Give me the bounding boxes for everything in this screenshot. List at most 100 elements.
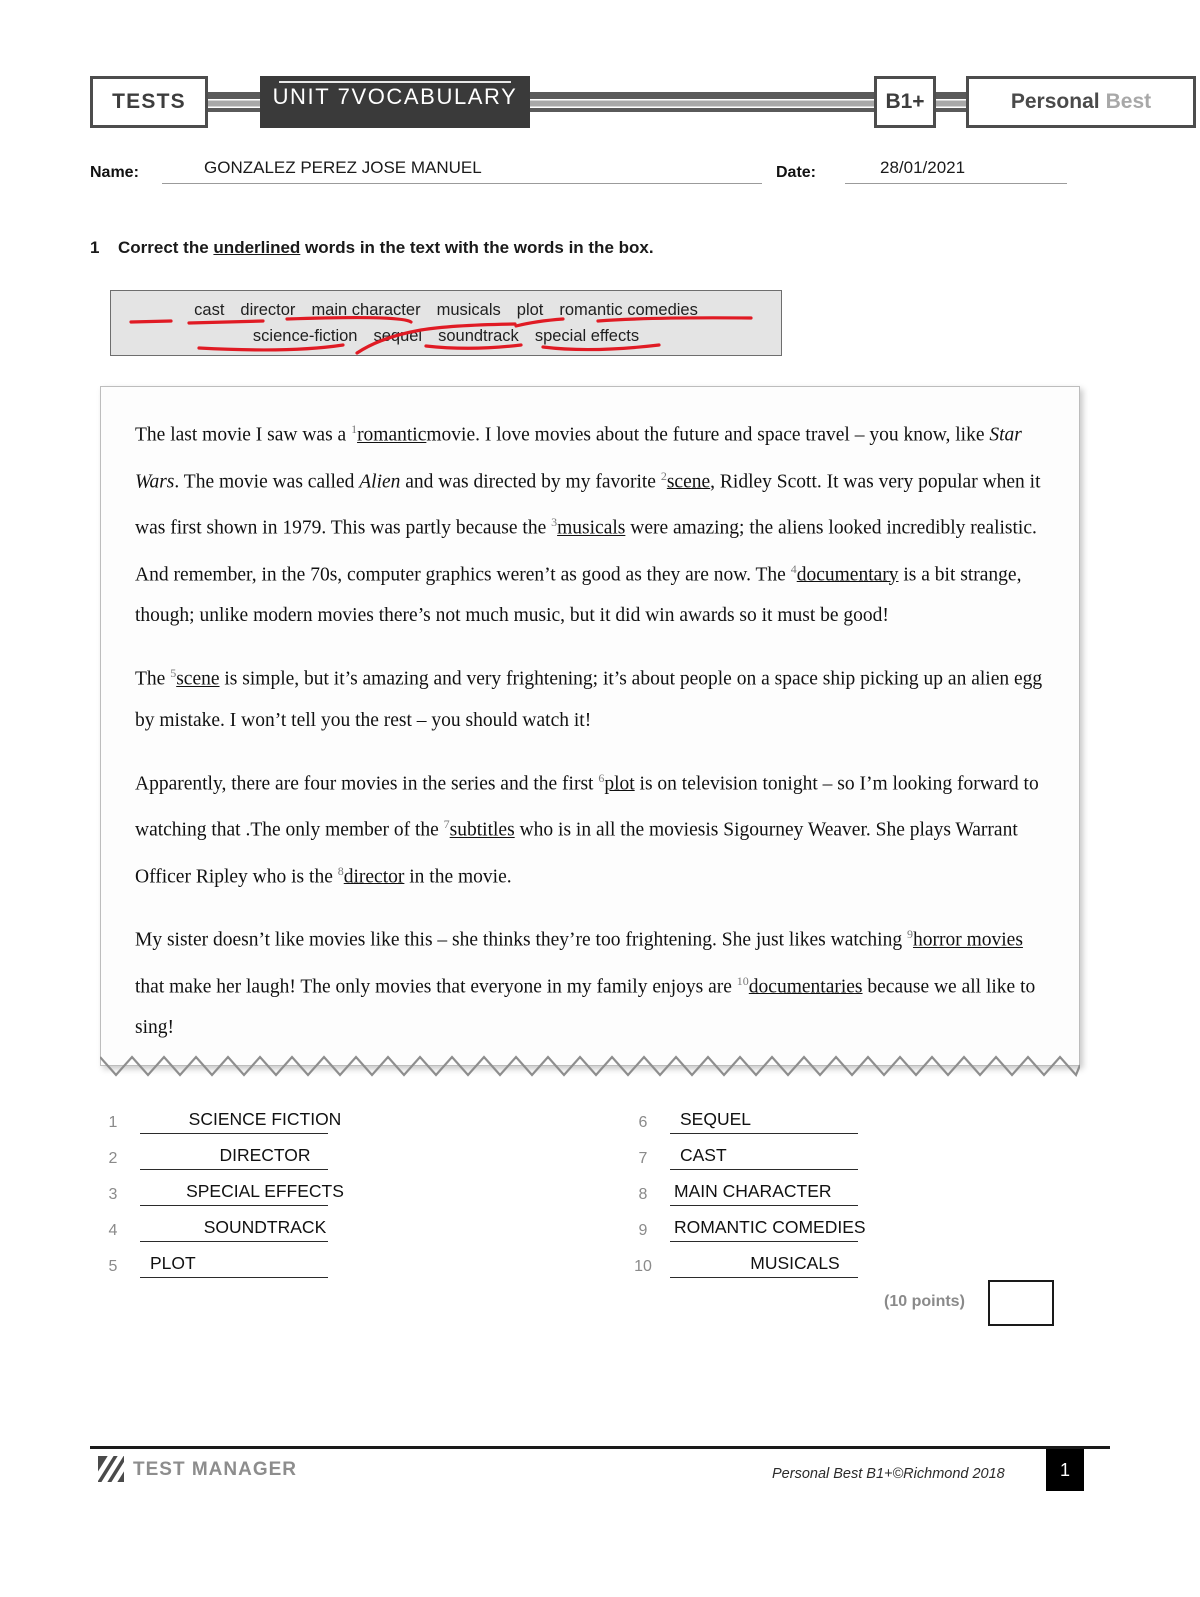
p1-seg-a: The last movie I saw was a	[135, 424, 352, 446]
answer-row-2[interactable]: 2 DIRECTOR	[100, 1134, 400, 1170]
level-label: B1+	[885, 90, 925, 113]
answer-row-9[interactable]: 9 ROMANTIC COMEDIES	[630, 1206, 940, 1242]
instruction-post: words in the text with the words in the …	[300, 238, 654, 257]
answer-line-10	[670, 1276, 858, 1278]
answer-row-3[interactable]: 3 SPECIAL EFFECTS	[100, 1170, 400, 1206]
gap-marker-10: 10	[736, 973, 749, 988]
tests-badge: TESTS	[90, 76, 208, 128]
answer-row-1[interactable]: 1 SCIENCE FICTION	[100, 1098, 400, 1134]
answer-number-8: 8	[638, 1186, 648, 1203]
gap-word-5: scene	[176, 668, 220, 690]
torn-edge-decoration	[100, 1055, 1080, 1078]
word-bank-row-1: cast director main character musicals plot ro…	[111, 301, 781, 320]
answer-value-9[interactable]: ROMANTIC COMEDIES	[670, 1217, 920, 1238]
unit-title-label: UNIT 7VOCABULARY	[272, 84, 518, 109]
word-soundtrack: soundtrack	[438, 327, 519, 345]
word-romantic-comedies: romantic comedies	[559, 301, 698, 319]
passage-paragraph-2: The 5scene is simple, but it’s amazing a…	[135, 653, 1045, 741]
answer-value-7[interactable]: CAST	[670, 1145, 920, 1166]
word-plot: plot	[516, 301, 544, 319]
name-label: Name:	[90, 164, 139, 181]
instruction-underlined: underlined	[213, 238, 301, 257]
answer-number-6: 6	[638, 1114, 648, 1131]
exercise-number: 1	[90, 238, 100, 257]
answer-key-area: 1 SCIENCE FICTION 2 DIRECTOR 3 SPECIAL E…	[100, 1098, 1080, 1278]
word-musicals: musicals	[436, 301, 501, 319]
copyright-notice: Personal Best B1+©Richmond 2018	[772, 1466, 1005, 1482]
exercise-instruction: Correct the underlined words in the text…	[118, 238, 654, 258]
p4-seg-a: My sister doesn’t like movies like this …	[135, 929, 907, 951]
brand-second-word: Best	[1105, 90, 1152, 113]
unit-title-badge: UNIT 7VOCABULARY	[260, 76, 530, 128]
passage-paragraph-4: My sister doesn’t like movies like this …	[135, 914, 1045, 1048]
answer-value-6[interactable]: SEQUEL	[670, 1109, 920, 1130]
brand-first-word: Personal	[1010, 90, 1100, 113]
gap-word-9: horror movies	[912, 929, 1023, 951]
gap-word-4: documentary	[796, 564, 899, 585]
reading-passage-panel: The last movie I saw was a 1romanticmovi…	[100, 386, 1080, 1066]
answer-row-6[interactable]: 6 SEQUEL	[630, 1098, 940, 1134]
p4-seg-b: that make her laugh! The only movies tha…	[135, 976, 737, 997]
p3-seg-d: in the movie.	[404, 866, 512, 887]
answer-row-4[interactable]: 4 SOUNDTRACK	[100, 1206, 400, 1242]
answer-value-5[interactable]: PLOT	[140, 1253, 390, 1274]
word-main-character: main character	[311, 301, 421, 319]
word-special-effects: special effects	[534, 327, 640, 345]
answer-number-2: 2	[108, 1150, 118, 1167]
answer-value-1[interactable]: SCIENCE FICTION	[140, 1109, 390, 1130]
word-bank-row-2: science-fiction sequel soundtrack special e…	[111, 327, 781, 346]
p1-seg-b: movie. I love movies about the future an…	[426, 424, 990, 446]
passage-paragraph-3: Apparently, there are four movies in the…	[135, 758, 1045, 898]
points-label: (10 points)	[884, 1293, 965, 1310]
p1-seg-c: . The movie was called	[174, 471, 360, 492]
tests-label: TESTS	[112, 90, 186, 113]
test-manager-logo-icon	[98, 1456, 124, 1482]
answer-number-9: 9	[638, 1222, 648, 1239]
name-rule	[162, 183, 762, 184]
gap-word-3: musicals	[557, 517, 626, 539]
word-bank-box: cast director main character musicals plot ro…	[110, 290, 782, 356]
score-input-box[interactable]	[988, 1280, 1054, 1326]
level-badge: B1+	[874, 76, 936, 128]
unit-accent-line	[279, 81, 511, 83]
answer-value-10[interactable]: MUSICALS	[670, 1253, 920, 1274]
date-label: Date:	[776, 164, 817, 181]
answer-line-5	[140, 1276, 328, 1278]
word-cast: cast	[194, 301, 225, 319]
answer-value-2[interactable]: DIRECTOR	[140, 1145, 390, 1166]
header-banner: TESTS UNIT 7VOCABULARY B1+ Personal Best	[90, 76, 1196, 128]
answer-row-5[interactable]: 5 PLOT	[100, 1242, 400, 1278]
reading-passage-text: The last movie I saw was a 1romanticmovi…	[135, 409, 1045, 1048]
answer-value-8[interactable]: MAIN CHARACTER	[670, 1181, 920, 1202]
gap-word-1: romantic	[357, 424, 427, 446]
word-director: director	[240, 301, 296, 319]
answer-number-7: 7	[638, 1150, 648, 1167]
answer-number-4: 4	[108, 1222, 118, 1239]
name-value[interactable]: GONZALEZ PEREZ JOSE MANUEL	[204, 158, 482, 178]
date-rule	[845, 183, 1067, 184]
date-value[interactable]: 28/01/2021	[880, 158, 965, 178]
banner-rail	[90, 92, 1110, 112]
answer-number-3: 3	[108, 1186, 118, 1203]
answer-row-10[interactable]: 10 MUSICALS	[630, 1242, 940, 1278]
gap-word-6: plot	[604, 773, 635, 794]
answer-value-4[interactable]: SOUNDTRACK	[140, 1217, 390, 1238]
passage-paragraph-1: The last movie I saw was a 1romanticmovi…	[135, 409, 1045, 636]
answer-value-3[interactable]: SPECIAL EFFECTS	[140, 1181, 390, 1202]
brand-badge: Personal Best	[966, 76, 1196, 128]
gap-word-2: scene	[666, 471, 711, 492]
word-science-fiction: science-fiction	[252, 327, 358, 345]
p3-seg-a: Apparently, there are four movies in the…	[135, 773, 599, 794]
title-alien: Alien	[359, 471, 401, 492]
gap-word-8: director	[343, 866, 405, 887]
answer-number-5: 5	[108, 1258, 118, 1275]
answer-row-8[interactable]: 8 MAIN CHARACTER	[630, 1170, 940, 1206]
answer-number-10: 10	[634, 1258, 652, 1275]
name-date-row: Name: GONZALEZ PEREZ JOSE MANUEL Date: 2…	[90, 150, 1110, 184]
answer-row-7[interactable]: 7 CAST	[630, 1134, 940, 1170]
p2-seg-a: The	[135, 668, 171, 690]
instruction-pre: Correct the	[118, 238, 214, 257]
gap-word-10: documentaries	[748, 976, 863, 997]
gap-word-7: subtitles	[449, 819, 515, 841]
p2-seg-b: is simple, but it’s amazing and very fri…	[135, 668, 1043, 731]
